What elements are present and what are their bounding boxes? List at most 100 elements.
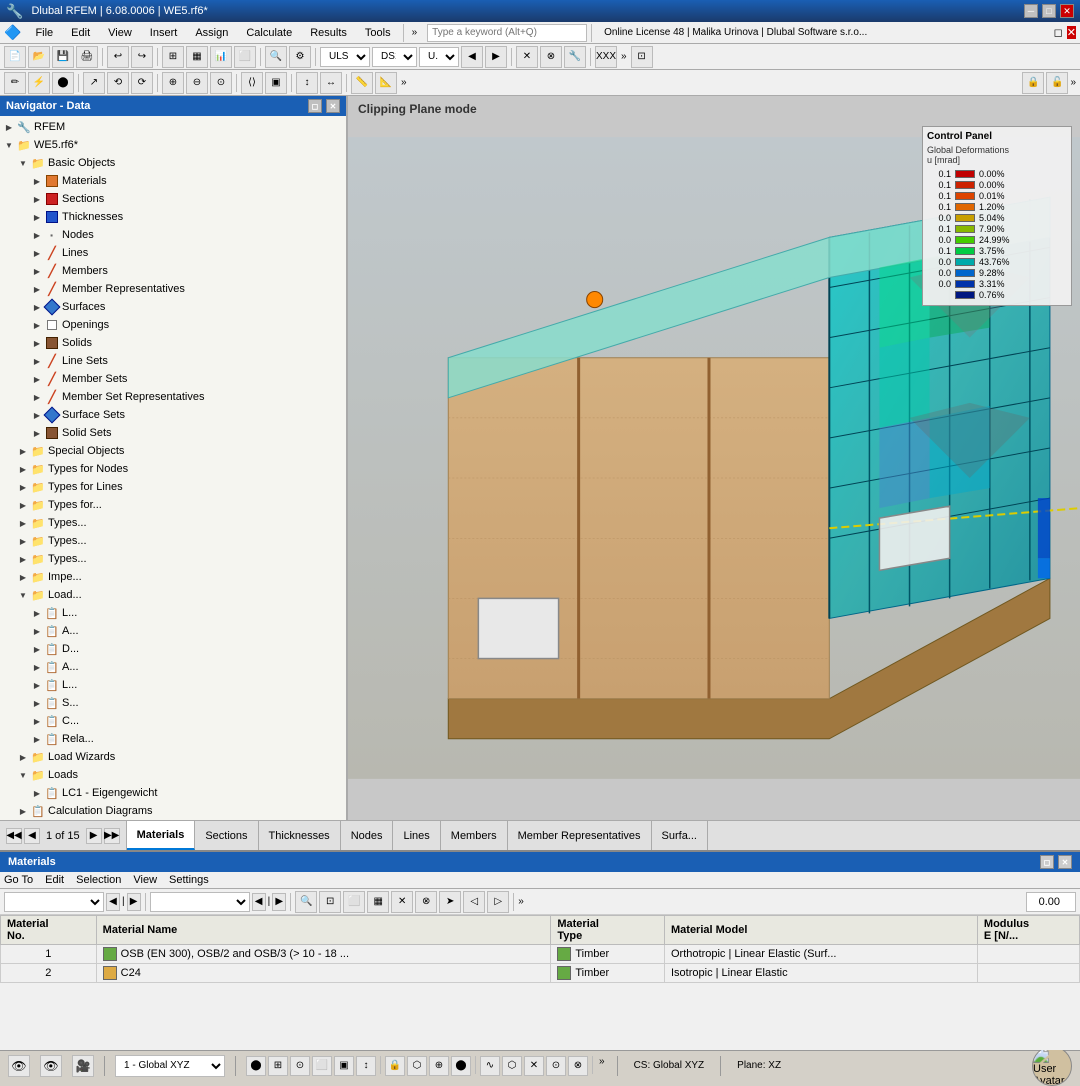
tree-item-solid-sets[interactable]: ▶Solid Sets	[0, 424, 346, 442]
st-btn-15[interactable]: ⊗	[568, 1056, 588, 1076]
table-row[interactable]: 2C24TimberIsotropic | Linear Elastic	[1, 964, 1080, 983]
tb-btn-1[interactable]: ⊞	[162, 46, 184, 68]
st-btn-9[interactable]: ⊕	[429, 1056, 449, 1076]
st-btn-7[interactable]: 🔒	[385, 1056, 405, 1076]
tree-item-load[interactable]: ▼📁Load...	[0, 586, 346, 604]
save-btn[interactable]: 💾	[52, 46, 74, 68]
mat-tb-more[interactable]: »	[518, 896, 524, 907]
tb2-more[interactable]: »	[399, 77, 409, 88]
undo-btn[interactable]: ↩	[107, 46, 129, 68]
menu-edit[interactable]: Edit	[63, 25, 98, 41]
tree-item-types-for-nodes[interactable]: ▶📁Types for Nodes	[0, 460, 346, 478]
tree-item-rela[interactable]: ▶📋Rela...	[0, 730, 346, 748]
tb-btn-11[interactable]: ⊡	[631, 46, 653, 68]
tree-item-lc1---eigengewicht[interactable]: ▶📋LC1 - Eigengewicht	[0, 784, 346, 802]
mat-restore-btn[interactable]: ◻	[1040, 855, 1054, 869]
tb2-btn-2[interactable]: ⚡	[28, 72, 50, 94]
tab-lines[interactable]: Lines	[393, 821, 440, 850]
mat-tb-prev[interactable]: ◀	[106, 893, 120, 911]
tb-btn-9[interactable]: 🔧	[564, 46, 586, 68]
tree-item-loads[interactable]: ▼📁Loads	[0, 766, 346, 784]
camera-icon[interactable]: 🎥	[72, 1055, 94, 1077]
viewport[interactable]: Clipping Plane mode	[348, 96, 1080, 820]
mat-tb-10[interactable]: ▷	[487, 891, 509, 913]
tab-members[interactable]: Members	[441, 821, 508, 850]
tree-item-member-sets[interactable]: ▶╱Member Sets	[0, 370, 346, 388]
tb2-btn-9[interactable]: ⊙	[210, 72, 232, 94]
tb-btn-2[interactable]: ▦	[186, 46, 208, 68]
combo-uls[interactable]: ULS	[320, 47, 370, 67]
mat-tb-prev2[interactable]: ◀	[252, 893, 266, 911]
tree-item-d[interactable]: ▶📋D...	[0, 640, 346, 658]
last-page-btn[interactable]: ▶▶	[104, 828, 120, 844]
tb2-btn-1[interactable]: ✏	[4, 72, 26, 94]
print-btn[interactable]: 🖨	[76, 46, 98, 68]
st-btn-2[interactable]: ⊞	[268, 1056, 288, 1076]
tree-item-calculation-diagrams[interactable]: ▶📋Calculation Diagrams	[0, 802, 346, 820]
tree-item-thicknesses[interactable]: ▶Thicknesses	[0, 208, 346, 226]
tb-btn-7[interactable]: ✕	[516, 46, 538, 68]
st-btn-14[interactable]: ⊙	[546, 1056, 566, 1076]
redo-btn[interactable]: ↪	[131, 46, 153, 68]
st-btn-8[interactable]: ⬡	[407, 1056, 427, 1076]
mat-tb-next2[interactable]: ▶	[272, 893, 286, 911]
st-btn-10[interactable]: ⬤	[451, 1056, 471, 1076]
tb-btn-6[interactable]: ⚙	[289, 46, 311, 68]
nav-next-btn[interactable]: ▶	[485, 46, 507, 68]
nav-close-btn[interactable]: ✕	[326, 99, 340, 113]
mat-tb-6[interactable]: ✕	[391, 891, 413, 913]
tree-item-nodes[interactable]: ▶·Nodes	[0, 226, 346, 244]
tb2-btn-14[interactable]: 📏	[351, 72, 373, 94]
tree-item-surfaces[interactable]: ▶Surfaces	[0, 298, 346, 316]
tab-materials[interactable]: Materials	[127, 821, 196, 850]
tree-item-openings[interactable]: ▶Openings	[0, 316, 346, 334]
st-btn-3[interactable]: ⊙	[290, 1056, 310, 1076]
tb-btn-3[interactable]: 📊	[210, 46, 232, 68]
tree-item-l[interactable]: ▶📋L...	[0, 676, 346, 694]
st-btn-6[interactable]: ↕	[356, 1056, 376, 1076]
materials-table-container[interactable]: MaterialNo. Material Name MaterialType M…	[0, 915, 1080, 1035]
tb-btn-5[interactable]: 🔍	[265, 46, 287, 68]
tree-item-a[interactable]: ▶📋A...	[0, 622, 346, 640]
tab-thicknesses[interactable]: Thicknesses	[259, 821, 341, 850]
tree-item-materials[interactable]: ▶Materials	[0, 172, 346, 190]
top-close-btn[interactable]: ✕	[1067, 26, 1076, 39]
tb2-btn-11[interactable]: ▣	[265, 72, 287, 94]
maximize-btn[interactable]: □	[1042, 4, 1056, 18]
st-btn-more[interactable]: »	[597, 1056, 607, 1076]
tb-btn-10[interactable]: XXX	[595, 46, 617, 68]
mat-tb-9[interactable]: ◁	[463, 891, 485, 913]
tb2-btn-15[interactable]: 📐	[375, 72, 397, 94]
tb2-extra-2[interactable]: 🔓	[1046, 72, 1068, 94]
tree-item-sections[interactable]: ▶Sections	[0, 190, 346, 208]
tb-btn-8[interactable]: ⊗	[540, 46, 562, 68]
tb2-btn-12[interactable]: ↕	[296, 72, 318, 94]
menu-results[interactable]: Results	[302, 25, 355, 41]
tb2-btn-8[interactable]: ⊖	[186, 72, 208, 94]
mat-menu-edit[interactable]: Edit	[45, 874, 64, 886]
tree-item-types[interactable]: ▶📁Types...	[0, 532, 346, 550]
st-btn-12[interactable]: ⬡	[502, 1056, 522, 1076]
tree-item-basic-objects[interactable]: ▼📁Basic Objects	[0, 154, 346, 172]
mat-menu-view[interactable]: View	[133, 874, 157, 886]
menu-file[interactable]: File	[27, 25, 61, 41]
tree-item-solids[interactable]: ▶Solids	[0, 334, 346, 352]
mat-tb-3[interactable]: ⊡	[319, 891, 341, 913]
tb2-more2[interactable]: »	[1070, 77, 1076, 88]
view-icon-2[interactable]: 👁	[40, 1055, 62, 1077]
tree-item-surface-sets[interactable]: ▶Surface Sets	[0, 406, 346, 424]
tree-item-line-sets[interactable]: ▶╱Line Sets	[0, 352, 346, 370]
tree-item-l[interactable]: ▶📋L...	[0, 604, 346, 622]
menu-assign[interactable]: Assign	[187, 25, 236, 41]
tb2-btn-3[interactable]: ⬤	[52, 72, 74, 94]
mat-menu-goto[interactable]: Go To	[4, 874, 33, 886]
close-btn[interactable]: ✕	[1060, 4, 1074, 18]
combo-u[interactable]: U...	[419, 47, 459, 67]
expand-icon[interactable]: »	[408, 27, 422, 38]
mat-tb-next[interactable]: ▶	[127, 893, 141, 911]
restore-btn[interactable]: ◻	[1054, 26, 1063, 39]
st-btn-13[interactable]: ✕	[524, 1056, 544, 1076]
tree-item-impe[interactable]: ▶📁Impe...	[0, 568, 346, 586]
first-page-btn[interactable]: ◀◀	[6, 828, 22, 844]
tree-item-member-representatives[interactable]: ▶╱Member Representatives	[0, 280, 346, 298]
